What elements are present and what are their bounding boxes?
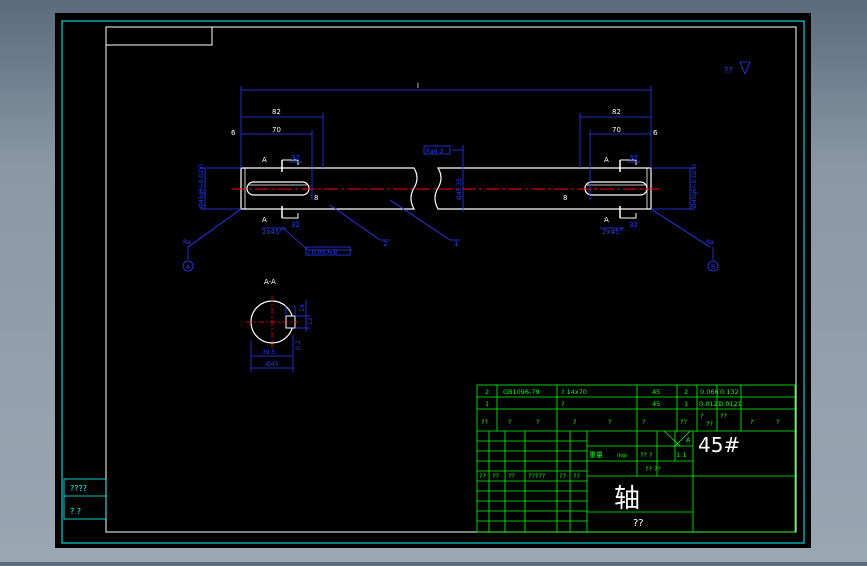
pt-r2-c1: 1 [485,400,489,408]
tb-row-label-5: ?? [573,472,580,480]
dim-left-82: 82 [272,108,281,116]
tb-row-label-2: ?? [508,472,515,480]
part-subname: ?? [633,518,644,529]
cad-viewport: ???? ? ? A B Ra Ra / 0.05 A-B Ra6.3 l 82… [0,0,867,562]
dim-right-82: 82 [612,108,621,116]
chamfer-right: 2x45° [602,228,623,236]
sheet-background [55,13,811,548]
pt-r2-c7: 0.0121 [719,400,742,408]
tb-row-label-1: ?? [492,472,499,480]
pt-r1-c1: 2 [485,388,489,396]
pt-r1-c7: 0.132 [720,388,739,396]
pt-r2-c3: ? [561,400,564,408]
section-a-tr: A [604,156,609,164]
drawing-canvas: ???? ? ? A B Ra Ra / 0.05 A-B Ra6.3 l 82… [55,13,811,548]
dim-dia-right: Ø45g6(-0.025) [691,164,698,208]
dim-right-6: 6 [653,129,658,137]
pt-h-9: ?? [706,420,713,428]
pt-h-5: ? [642,418,645,426]
section-a-tl: A [262,156,267,164]
pt-r2-c5: 1 [684,400,688,408]
leader-label-2: 2 [383,240,387,248]
pt-r1-c3: ? 14x70 [561,388,587,396]
section-dim-depth: 39.5 [262,349,276,356]
section-dim-side: 0.2 [295,340,302,350]
dim-overall: l [417,82,419,90]
side-stamp-line2: ? ? [70,507,81,516]
tb-scale: 1:1 [676,451,686,459]
section-label: A-A [264,278,276,286]
leader-label-1: 1 [454,240,458,248]
dim-32b: 32 [291,221,300,229]
section-a-br: A [604,216,609,224]
tb-row-label-3: ????? [528,472,545,480]
dim-right-70: 70 [612,126,621,134]
tolerance-text: / 0.05 A-B [308,249,337,256]
pt-h-2: ? [536,418,539,426]
section-dim-width: 12 [307,317,314,325]
pt-r1-c6: 0.066 [700,388,719,396]
tb-row-label-4: ?? [559,472,566,480]
pt-h-11: ? [776,418,779,426]
dim-32a: 32 [291,154,300,162]
part-name: 轴 [614,484,640,514]
tb-label-b: (kg) [617,453,627,459]
dim-left-8: 8 [314,194,318,202]
pt-r1-c2: GB1096-79 [503,388,540,396]
pt-h-3: ? [573,418,576,426]
ra-a-label: Ra [183,239,191,246]
section-a-bl: A [262,216,267,224]
dim-dia-left: Ø45g6(-0.025) [198,164,205,208]
material-label: 45# [698,433,740,457]
dim-dia-mid: Ø45.35 [456,178,463,200]
tb-weight: ?? ? [640,451,652,459]
section-dim-dia: Ø45 [266,361,279,368]
pt-h-8: ?? [720,412,727,420]
tb-sheet: A [686,436,691,444]
dim-32d: 32 [629,221,638,229]
tb-row-label-0: ?? [479,472,486,480]
ra-b-label: Ra [706,239,714,246]
pt-h-0: ?? [481,418,488,426]
tb-label-a: 重量 [589,451,603,459]
top-right-mark: ?? [724,66,733,75]
dim-left-6: 6 [231,129,236,137]
pt-h-7: ? [700,412,703,420]
ra-mid-text: Ra6.3 [426,148,443,155]
pt-h-1: ? [508,418,511,426]
tb-mark: ?? ?? [645,465,661,473]
pt-r1-c4: 45 [652,388,660,396]
pt-r2-c4: 45 [652,400,660,408]
pt-h-4: ? [608,418,611,426]
pt-r1-c5: 2 [684,388,688,396]
dim-right-8: 8 [563,194,567,202]
side-stamp-line1: ???? [70,484,87,493]
pt-h-10: ? [750,418,753,426]
dim-left-70: 70 [272,126,281,134]
dim-32c: 32 [629,154,638,162]
pt-h-6: ?? [680,418,687,426]
section-dim-top: 14 [299,304,306,312]
datum-b-label: B [711,264,715,271]
chamfer-left: 2x45° [262,228,283,236]
